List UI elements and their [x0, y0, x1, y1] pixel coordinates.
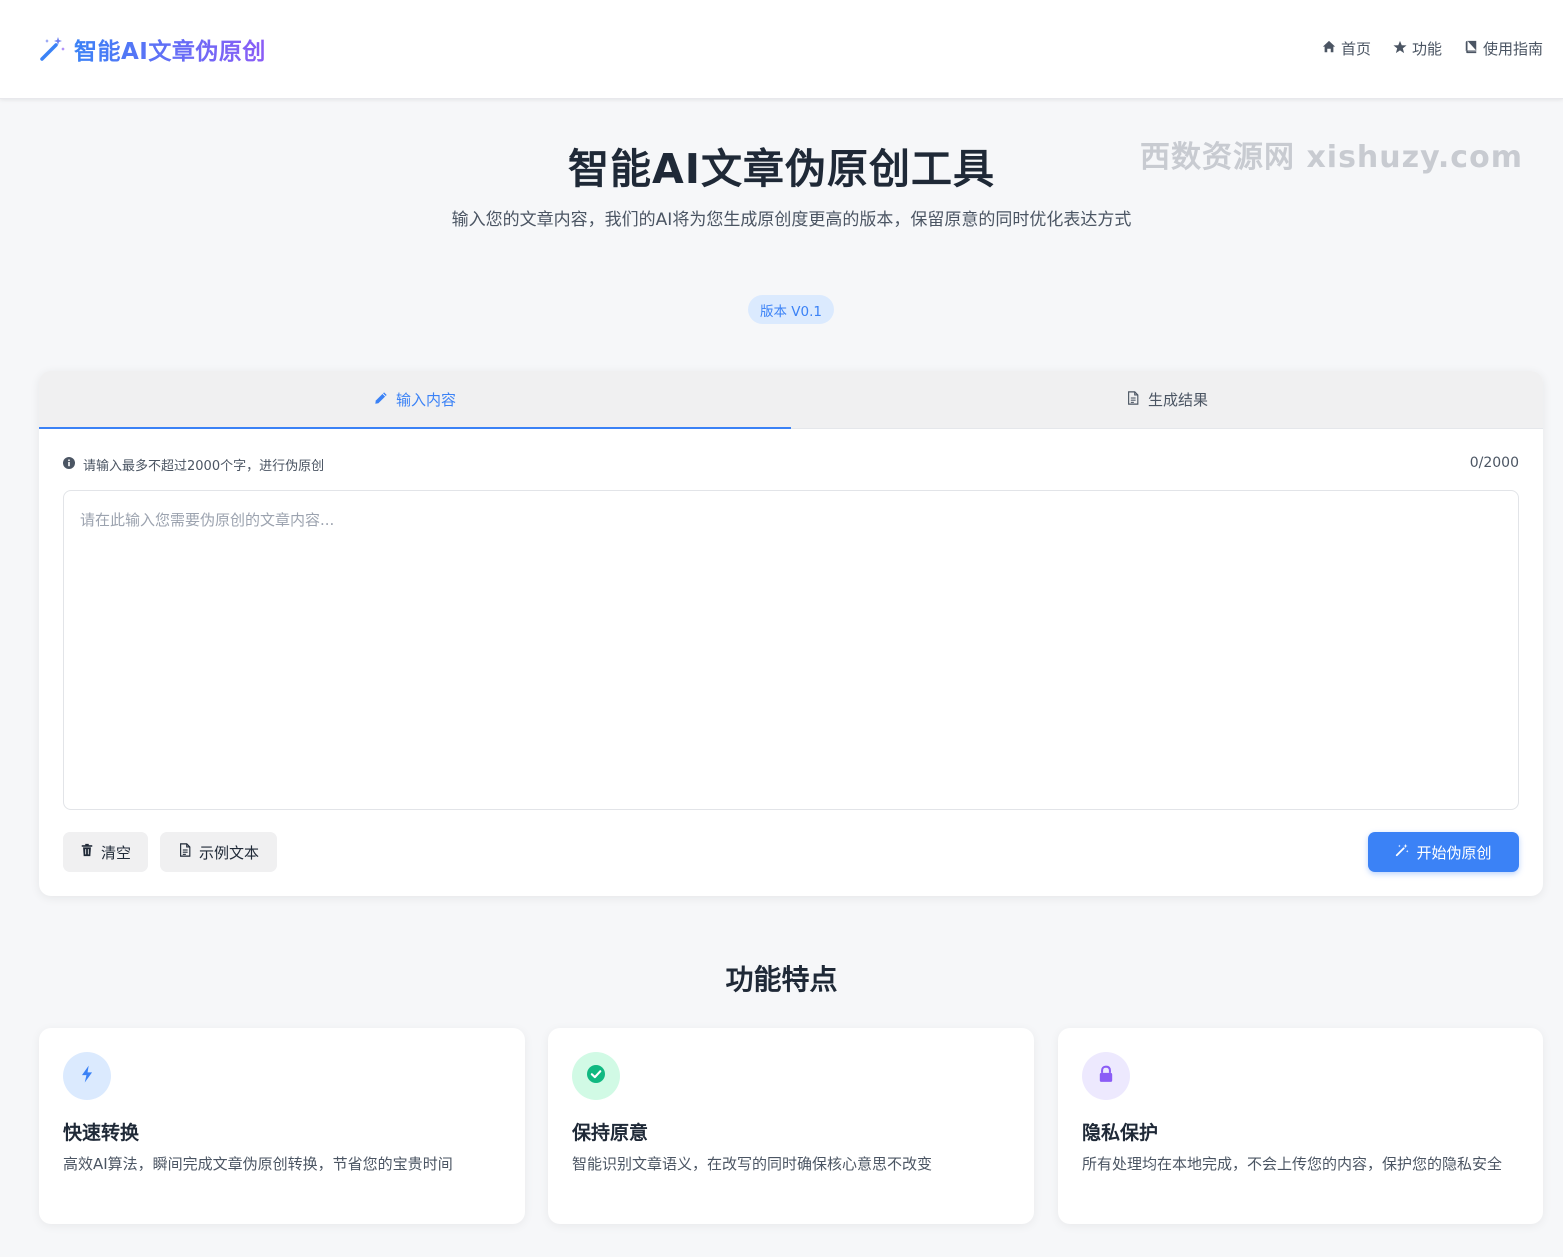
brand[interactable]: 智能AI文章伪原创 [38, 32, 266, 66]
version-badge: 版本 V0.1 [748, 295, 834, 324]
magic-wand-icon [1395, 843, 1409, 861]
nav-features-label: 功能 [1411, 40, 1442, 58]
home-icon [1322, 40, 1336, 58]
lock-icon [1097, 1065, 1115, 1087]
input-hint: 请输入最多不超过2000个字，进行伪原创 [63, 455, 324, 474]
page-description: 输入您的文章内容，我们的AI将为您生成原创度更高的版本，保留原意的同时优化表达方… [451, 210, 1132, 230]
clear-button[interactable]: 清空 [63, 832, 148, 872]
book-icon [1464, 40, 1478, 58]
check-circle-icon [587, 1065, 605, 1087]
feature-icon-wrap [63, 1052, 111, 1100]
trash-icon [80, 843, 94, 861]
start-rewrite-button[interactable]: 开始伪原创 [1368, 832, 1519, 872]
feature-card-fast: 快速转换 高效AI算法，瞬间完成文章伪原创转换，节省您的宝贵时间 [39, 1028, 525, 1224]
clear-button-label: 清空 [100, 843, 131, 862]
tab-input[interactable]: 输入内容 [39, 371, 791, 429]
nav-home-label: 首页 [1340, 40, 1371, 58]
nav-guide-label: 使用指南 [1482, 40, 1543, 58]
tab-result-label: 生成结果 [1147, 391, 1208, 409]
feature-icon-wrap [572, 1052, 620, 1100]
article-input[interactable] [63, 490, 1519, 810]
feature-title: 保持原意 [572, 1122, 649, 1144]
document-icon [1126, 390, 1140, 409]
feature-desc: 所有处理均在本地完成，不会上传您的内容，保护您的隐私安全 [1082, 1155, 1503, 1173]
nav-guide[interactable]: 使用指南 [1464, 38, 1543, 59]
watermark: 西数资源网 xishuzy.com [1140, 140, 1523, 175]
tab-result[interactable]: 生成结果 [791, 371, 1543, 428]
star-icon [1393, 40, 1407, 58]
feature-desc: 智能识别文章语义，在改写的同时确保核心意思不改变 [572, 1155, 933, 1173]
editor-tabs: 输入内容 生成结果 [39, 371, 1543, 429]
feature-card-privacy: 隐私保护 所有处理均在本地完成，不会上传您的内容，保护您的隐私安全 [1058, 1028, 1543, 1224]
input-hint-text: 请输入最多不超过2000个字，进行伪原创 [83, 459, 325, 474]
nav-home[interactable]: 首页 [1322, 38, 1371, 59]
feature-title: 快速转换 [63, 1122, 140, 1144]
top-navbar: 智能AI文章伪原创 首页 功能 使用指南 [0, 0, 1563, 99]
bolt-icon [78, 1065, 96, 1087]
brand-title: 智能AI文章伪原创 [74, 32, 266, 66]
sample-text-button[interactable]: 示例文本 [160, 832, 277, 872]
feature-icon-wrap [1082, 1052, 1130, 1100]
pencil-icon [374, 391, 388, 409]
main-nav: 首页 功能 使用指南 [1322, 38, 1543, 59]
feature-desc: 高效AI算法，瞬间完成文章伪原创转换，节省您的宝贵时间 [63, 1155, 453, 1173]
start-rewrite-button-label: 开始伪原创 [1416, 843, 1492, 862]
tab-input-label: 输入内容 [395, 391, 456, 409]
info-icon [63, 456, 75, 473]
feature-title: 隐私保护 [1082, 1122, 1159, 1144]
editor-card: 输入内容 生成结果 请输入最多不超过2000个字，进行伪原创 0/2000 清空… [39, 371, 1543, 896]
nav-features[interactable]: 功能 [1393, 38, 1442, 59]
magic-wand-icon [38, 35, 66, 63]
document-icon [178, 843, 192, 861]
char-counter: 0/2000 [1469, 455, 1519, 471]
features-title: 功能特点 [725, 963, 838, 996]
feature-card-meaning: 保持原意 智能识别文章语义，在改写的同时确保核心意思不改变 [548, 1028, 1034, 1224]
sample-text-button-label: 示例文本 [198, 843, 259, 862]
